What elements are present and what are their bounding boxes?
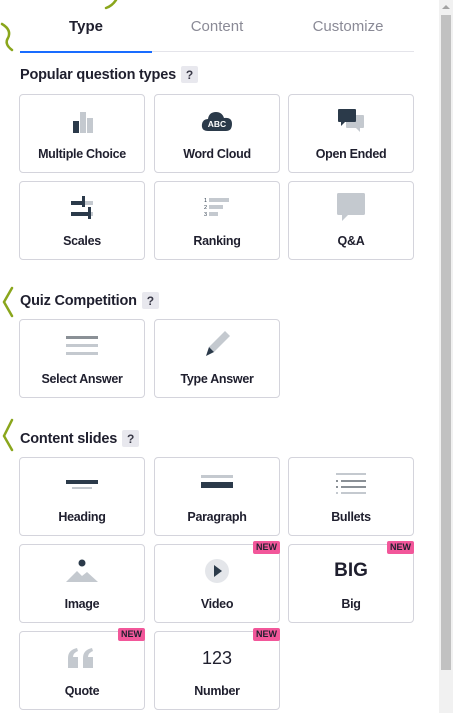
image-icon (20, 557, 144, 585)
new-badge: NEW (387, 541, 414, 554)
new-badge: NEW (118, 628, 145, 641)
rank-number-2: 2 (204, 205, 207, 211)
card-label: Word Cloud (183, 147, 251, 161)
card-number[interactable]: NEW 123 Number (154, 628, 280, 710)
section-title-popular: Popular question types ? (20, 66, 198, 83)
chat-bubble-icon (289, 193, 413, 222)
decorative-scribble-low-icon (2, 418, 14, 452)
section-title-popular-text: Popular question types (20, 66, 176, 83)
card-big[interactable]: NEW BIG Big (288, 541, 414, 623)
card-multiple-choice[interactable]: Multiple Choice (19, 94, 145, 173)
card-scales[interactable]: Scales (19, 181, 145, 260)
ranked-list-icon: 1 2 3 (155, 194, 279, 222)
decorative-scribble-mid-icon (2, 286, 14, 318)
card-label: Number (194, 684, 240, 698)
big-text-icon: BIG (289, 557, 413, 585)
speech-bubbles-icon (289, 107, 413, 135)
card-type-answer[interactable]: Type Answer (154, 319, 280, 398)
bar-chart-icon (20, 107, 144, 135)
list-lines-icon (20, 332, 144, 360)
section-title-quiz-text: Quiz Competition (20, 292, 137, 309)
pencil-icon (155, 331, 279, 360)
vertical-scrollbar[interactable] (439, 0, 453, 713)
card-label: Ranking (193, 234, 241, 248)
play-icon (155, 557, 279, 585)
tab-type[interactable]: Type (20, 0, 152, 53)
card-label: Video (200, 597, 234, 611)
big-icon-text: BIG (334, 560, 368, 581)
card-label: Heading (58, 510, 106, 524)
card-label: Open Ended (315, 147, 387, 161)
card-label: Q&A (337, 234, 365, 248)
card-label: Scales (63, 234, 101, 248)
cloud-abc-icon: ABC (155, 107, 279, 135)
heading-icon (20, 470, 144, 498)
card-label: Quote (64, 684, 100, 698)
card-label: Image (64, 597, 100, 611)
tab-bar: Type Content Customize (20, 0, 414, 53)
new-badge: NEW (253, 541, 280, 554)
question-type-panel: Type Content Customize Popular question … (0, 0, 439, 713)
card-select-answer[interactable]: Select Answer (19, 319, 145, 398)
sliders-icon (20, 194, 144, 222)
card-ranking[interactable]: 1 2 3 Ranking (154, 181, 280, 260)
help-content-button[interactable]: ? (122, 430, 140, 447)
card-heading[interactable]: Heading (19, 457, 145, 536)
card-label: Select Answer (41, 372, 123, 386)
section-title-quiz: Quiz Competition ? (20, 292, 159, 309)
card-label: Paragraph (187, 510, 247, 524)
rank-number-3: 3 (204, 212, 207, 218)
card-label: Multiple Choice (38, 147, 126, 161)
new-badge: NEW (253, 628, 280, 641)
bullets-icon (289, 470, 413, 498)
number-icon: 123 (155, 644, 279, 672)
card-open-ended[interactable]: Open Ended (288, 94, 414, 173)
number-icon-text: 123 (201, 647, 233, 668)
card-video[interactable]: NEW Video (154, 541, 280, 623)
help-quiz-button[interactable]: ? (141, 292, 159, 309)
card-label: Type Answer (180, 372, 254, 386)
decorative-scribble-top-icon (0, 22, 14, 52)
quote-icon (20, 644, 144, 672)
card-word-cloud[interactable]: ABC Word Cloud (154, 94, 280, 173)
section-title-content: Content slides ? (20, 430, 140, 447)
card-bullets[interactable]: Bullets (288, 457, 414, 536)
card-image[interactable]: Image (19, 544, 145, 623)
card-label: Bullets (331, 510, 371, 524)
card-quote[interactable]: NEW Quote (19, 628, 145, 710)
tab-content[interactable]: Content (152, 0, 282, 52)
cloud-text: ABC (208, 119, 226, 129)
help-popular-button[interactable]: ? (180, 66, 198, 83)
scrollbar-thumb[interactable] (441, 15, 451, 670)
section-title-content-text: Content slides (20, 430, 118, 447)
card-paragraph[interactable]: Paragraph (154, 457, 280, 536)
paragraph-icon (155, 470, 279, 498)
card-label: Big (341, 597, 361, 611)
rank-number-1: 1 (204, 198, 207, 204)
card-qa[interactable]: Q&A (288, 181, 414, 260)
tab-customize[interactable]: Customize (282, 0, 414, 52)
scroll-up-arrow-icon[interactable] (439, 0, 453, 14)
